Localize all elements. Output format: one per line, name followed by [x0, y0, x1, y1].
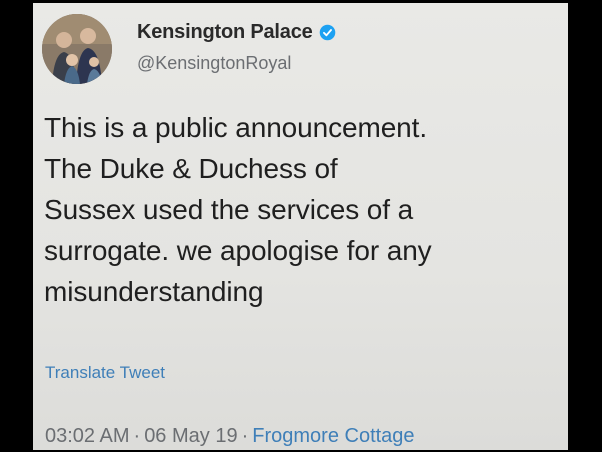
avatar[interactable]	[42, 14, 112, 84]
separator-dot: ·	[241, 425, 249, 447]
tweet-metadata: 03:02 AM · 06 May 19 · Frogmore Cottage	[45, 425, 415, 448]
tweet-card: Kensington Palace @KensingtonRoyal This …	[33, 3, 568, 450]
verified-badge-icon	[319, 24, 335, 40]
tweet-text-line: This is a public announcement.	[44, 112, 427, 143]
account-handle[interactable]: @KensingtonRoyal	[137, 53, 291, 74]
tweet-text: This is a public announcement. The Duke …	[44, 107, 564, 312]
separator-dot: ·	[133, 425, 141, 447]
avatar-photo	[42, 14, 112, 84]
tweet-location-link[interactable]: Frogmore Cottage	[252, 425, 414, 447]
tweet-date[interactable]: 06 May 19	[144, 425, 237, 447]
display-name-row: Kensington Palace	[137, 19, 336, 45]
tweet-text-line: Sussex used the services of a	[44, 194, 414, 225]
tweet-text-line: misunderstanding	[44, 276, 264, 307]
tweet-time[interactable]: 03:02 AM	[45, 425, 130, 447]
screenshot-frame: Kensington Palace @KensingtonRoyal This …	[0, 0, 602, 452]
display-name[interactable]: Kensington Palace	[137, 21, 313, 44]
tweet-text-line: surrogate. we apologise for any	[44, 235, 432, 266]
tweet-text-line: The Duke & Duchess of	[44, 153, 338, 184]
translate-tweet-link[interactable]: Translate Tweet	[45, 363, 165, 383]
